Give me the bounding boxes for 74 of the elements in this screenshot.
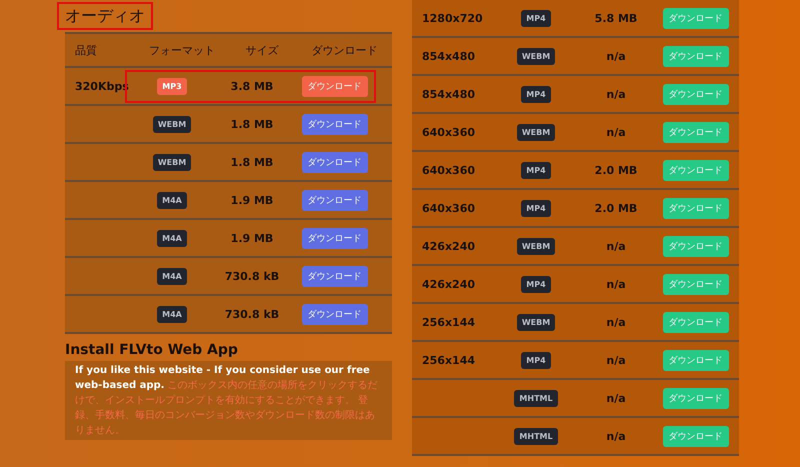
size-cell: 2.0 MB [594,164,638,176]
download-button[interactable]: ダウンロード [662,46,728,66]
size-cell: 5.8 MB [594,12,638,24]
quality-cell: 1280x720 [422,12,483,24]
quality-cell: 854x480 [422,88,476,100]
format-badge: MP4 [521,200,551,216]
download-button[interactable]: ダウンロード [662,122,728,142]
download-button[interactable]: ダウンロード [662,388,728,408]
format-badge: WEBM [152,116,192,132]
format-badge: MHTML [514,390,558,406]
size-cell: 1.9 MB [230,194,274,206]
download-button[interactable]: ダウンロード [302,228,368,248]
section-title: オーディオ [57,2,153,30]
size-cell: 730.8 kB [224,308,280,320]
size-cell: 730.8 kB [224,270,280,282]
download-button[interactable]: ダウンロード [662,84,728,104]
format-badge: MP4 [521,352,551,368]
install-title: Install FLVto Web App [65,342,239,358]
format-badge: WEBM [152,154,192,170]
format-badge: MP3 [157,78,187,94]
download-button[interactable]: ダウンロード [662,198,728,218]
size-cell: n/a [606,126,626,138]
format-badge: M4A [157,268,187,284]
format-badge: MP4 [521,86,551,102]
download-button[interactable]: ダウンロード [302,190,368,210]
format-badge: WEBM [516,124,556,140]
download-button[interactable]: ダウンロード [662,236,728,256]
format-badge: MP4 [521,10,551,26]
download-button[interactable]: ダウンロード [662,8,728,28]
format-badge: WEBM [516,314,556,330]
size-cell: 1.9 MB [230,232,274,244]
download-button[interactable]: ダウンロード [662,274,728,294]
size-cell: n/a [606,354,626,366]
download-button[interactable]: ダウンロード [662,350,728,370]
quality-cell: 640x360 [422,164,476,176]
format-badge: M4A [157,306,187,322]
format-badge: MP4 [521,162,551,178]
size-cell: n/a [606,316,626,328]
size-cell: 3.8 MB [230,80,274,92]
quality-cell: 320Kbps [75,80,129,92]
format-badge: M4A [157,230,187,246]
size-cell: 1.8 MB [230,156,274,168]
format-badge: MHTML [514,428,558,444]
size-cell: n/a [606,430,626,442]
download-button[interactable]: ダウンロード [302,304,368,324]
size-cell: 2.0 MB [594,202,638,214]
column-header: サイズ [246,42,278,58]
download-button[interactable]: ダウンロード [662,160,728,180]
download-button[interactable]: ダウンロード [302,76,368,96]
format-badge: WEBM [516,238,556,254]
size-cell: n/a [606,240,626,252]
column-header: ダウンロード [312,42,378,58]
download-button[interactable]: ダウンロード [302,152,368,172]
size-cell: n/a [606,392,626,404]
size-cell: n/a [606,278,626,290]
download-button[interactable]: ダウンロード [662,312,728,332]
download-button[interactable]: ダウンロード [302,114,368,134]
quality-cell: 426x240 [422,278,476,290]
download-button[interactable]: ダウンロード [302,266,368,286]
format-badge: MP4 [521,276,551,292]
format-badge: WEBM [516,48,556,64]
size-cell: n/a [606,50,626,62]
quality-cell: 640x360 [422,202,476,214]
column-header: 品質 [75,42,97,58]
quality-cell: 426x240 [422,240,476,252]
quality-cell: 256x144 [422,354,476,366]
quality-cell: 256x144 [422,316,476,328]
column-header: フォーマット [149,42,215,58]
format-badge: M4A [157,192,187,208]
quality-cell: 854x480 [422,50,476,62]
download-button[interactable]: ダウンロード [662,426,728,446]
size-cell: 1.8 MB [230,118,274,130]
quality-cell: 640x360 [422,126,476,138]
size-cell: n/a [606,88,626,100]
